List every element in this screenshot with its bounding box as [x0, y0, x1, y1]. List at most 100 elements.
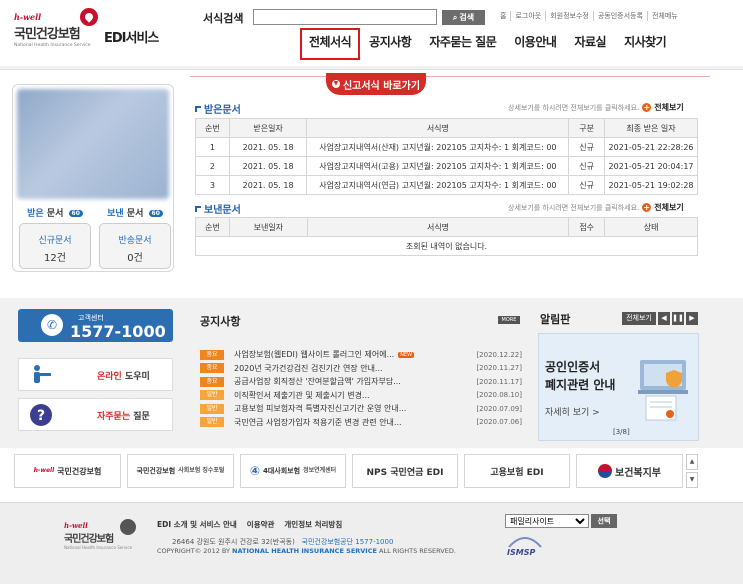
cell-form-name[interactable]: 사업장고지내역서(연금) 고지년월: 202105 고지차수: 1 회계코드: … — [306, 175, 570, 195]
phone-icon: ✆ — [41, 314, 63, 336]
sent-badge: 60 — [148, 210, 163, 217]
notice-tag: 중요 — [200, 376, 224, 387]
returned-docs-card[interactable]: 반송문서 0건 — [99, 223, 171, 269]
next-icon[interactable]: ▶ — [686, 312, 698, 325]
logo-mark-icon — [80, 8, 98, 26]
partner-nhis[interactable]: h-well 국민건강보험 — [14, 454, 121, 488]
isms-badge: ISMSP — [505, 533, 545, 563]
sent-view-all-link[interactable]: 전체보기 — [654, 202, 683, 213]
notice-tag: 중요 — [200, 363, 224, 374]
list-item[interactable]: 일반 이직확인서 제출기관 및 제출시기 변경... [2020.08.10] — [200, 389, 522, 403]
footer-copyright: COPYRIGHT© 2012 BY NATIONAL HEALTH INSUR… — [157, 547, 456, 555]
util-link-profile[interactable]: 회원정보수정 — [545, 11, 593, 21]
pause-icon[interactable]: ❚❚ — [672, 312, 684, 325]
plus-icon[interactable]: + — [642, 103, 652, 112]
received-summary-accent: 받은 — [27, 209, 44, 219]
callcenter-banner[interactable]: ✆ 고객센터 1577-1000 — [18, 309, 173, 342]
sent-docs-hint: 상세보기를 하시려면 전체보기를 클릭하세요. + 전체보기 — [508, 202, 684, 213]
logo-name: 국민건강보험 — [14, 27, 81, 42]
new-docs-card[interactable]: 신규문서 12건 — [19, 223, 91, 269]
list-item[interactable]: 중요 공급사업장 회직정산 '잔여분할금액' 가입자부담... [2020.11… — [200, 375, 522, 389]
notice-date: [2020.07.06] — [476, 418, 522, 427]
received-view-all-link[interactable]: 전체보기 — [654, 102, 683, 113]
chevron-up-icon[interactable]: ▲ — [686, 454, 698, 470]
faq-button[interactable]: ? 자주묻는 질문 — [18, 398, 173, 431]
util-link-certificate[interactable]: 공동인증서등록 — [592, 11, 647, 21]
list-item[interactable]: 일반 국민연금 사업장가입자 적용기준 변경 관련 안내... [2020.07… — [200, 416, 522, 430]
table-row[interactable]: 1 2021. 05. 18 사업장고지내역서(산재) 고지년월: 202105… — [195, 137, 698, 157]
nav-branch-finder[interactable]: 지사찾기 — [615, 28, 675, 60]
footer-links: EDI 소개 및 서비스 안내 이용약관 개인정보 처리방침 — [157, 519, 342, 530]
report-form-shortcut-tab[interactable]: ▼ 신고서식 바로가기 — [326, 73, 426, 95]
footer-link-about[interactable]: EDI 소개 및 서비스 안내 — [157, 519, 237, 530]
alarm-board-title: 알림판 — [540, 313, 571, 326]
footer-link-terms[interactable]: 이용약관 — [247, 519, 275, 530]
partner-collection-portal[interactable]: 국민건강보험 사회보험 징수포털 — [127, 454, 234, 488]
alarm-more-link[interactable]: 자세히 보기 > — [545, 405, 600, 418]
table-header-row: 순번 받은일자 서식명 구분 최종 받은 일자 — [195, 118, 698, 138]
received-summary-rest: 문서 — [46, 209, 64, 219]
user-info-blurred — [17, 89, 169, 199]
util-link-home[interactable]: 홈 — [496, 11, 510, 21]
user-panel: 받은 문서 60 신규문서 12건 보낸 문서 60 반송문서 0건 — [12, 84, 174, 272]
partner-nps[interactable]: NPS 국민연금 EDI — [352, 454, 458, 488]
alarm-view-all-button[interactable]: 전체보기 — [622, 312, 656, 325]
cell-form-name[interactable]: 사업장고지내역서(고용) 고지년월: 202105 고지차수: 1 회계코드: … — [306, 156, 570, 176]
col-header-type: 구분 — [568, 118, 606, 138]
nav-guide[interactable]: 이용안내 — [505, 28, 565, 60]
util-link-logout[interactable]: 로그아웃 — [510, 11, 545, 21]
cell-type: 신규 — [568, 175, 606, 195]
partner-4insure[interactable]: ④ 4대사회보험 정보연계센터 — [240, 454, 346, 488]
copyright-org: NATIONAL HEALTH INSURANCE SERVICE — [232, 547, 377, 555]
quick-tab-label: 신고서식 바로가기 — [342, 80, 421, 92]
nav-notice[interactable]: 공지사항 — [360, 28, 420, 60]
chevron-down-icon[interactable]: ▼ — [686, 472, 698, 488]
alarm-banner[interactable]: 공인인증서 폐지관련 안내 자세히 보기 > [3/8] — [538, 333, 699, 441]
table-row[interactable]: 3 2021. 05. 18 사업장고지내역서(연금) 고지년월: 202105… — [195, 175, 698, 195]
cell-form-name[interactable]: 사업장고지내역서(산재) 고지년월: 202105 고지차수: 1 회계코드: … — [306, 137, 570, 157]
footer-link-privacy[interactable]: 개인정보 처리방침 — [284, 519, 342, 530]
main-nav: 전체서식 공지사항 자주묻는 질문 이용안내 자료실 지사찾기 — [300, 28, 675, 60]
section-bullet-icon — [195, 205, 201, 212]
family-site-go-button[interactable]: 선택 — [591, 514, 617, 528]
alarm-controls: 전체보기 ◀ ❚❚ ▶ — [622, 312, 698, 325]
logo-english: National Health Insurance Service — [14, 43, 91, 48]
form-search-input[interactable] — [253, 9, 437, 25]
copyright-suffix: ALL RIGHTS RESERVED. — [376, 547, 456, 555]
plus-icon[interactable]: + — [642, 203, 652, 212]
online-helper-button[interactable]: 온라인 도우미 — [18, 358, 173, 391]
list-item[interactable]: 중요 사업장보험(웹EDI) 웹사이트 롤러그인 제어에... NEW [2020… — [200, 348, 522, 362]
search-button-label: 검색 — [459, 13, 475, 22]
prev-icon[interactable]: ◀ — [658, 312, 670, 325]
question-icon: ? — [30, 404, 52, 426]
nav-all-forms[interactable]: 전체서식 — [300, 28, 361, 60]
footer: h-well 국민건강보험 National Health Insurance … — [0, 502, 743, 584]
alarm-line-2: 폐지관련 안내 — [545, 378, 616, 392]
notice-subject: 공급사업장 회직정산 '잔여분할금액' 가입자부담... — [234, 377, 401, 387]
nav-library[interactable]: 자료실 — [565, 28, 615, 60]
section-bullet-icon — [195, 105, 201, 112]
notice-date: [2020.08.10] — [476, 391, 522, 400]
util-link-sitemap[interactable]: 전체메뉴 — [646, 11, 682, 21]
cell-type: 신규 — [568, 137, 606, 157]
utility-links: 홈 로그아웃 회원정보수정 공동인증서등록 전체메뉴 — [496, 11, 682, 21]
four-insure-icon: ④ — [249, 464, 260, 478]
cell-last-received: 2021-05-21 22:28:26 — [604, 137, 698, 157]
notice-subject: 2020년 국가건강검진 검진기간 연장 안내... — [234, 363, 383, 373]
notice-subject: 사업장보험(웹EDI) 웹사이트 롤러그인 제어에... NEW — [234, 350, 415, 360]
partner-mohw[interactable]: 보건복지부 — [576, 454, 683, 488]
notice-date: [2020.11.17] — [476, 377, 522, 386]
partner-links: h-well 국민건강보험 국민건강보험 사회보험 징수포털 ④ 4대사회보험 … — [14, 454, 698, 488]
list-item[interactable]: 일반 고용보험 피보험자격 특별자진신고기간 운영 안내... [2020.07… — [200, 402, 522, 416]
nav-faq[interactable]: 자주묻는 질문 — [420, 28, 505, 60]
notice-more-button[interactable]: MORE — [498, 316, 520, 324]
list-item[interactable]: 중요 2020년 국가건강검진 검진기간 연장 안내... [2020.11.2… — [200, 362, 522, 376]
partner-ei[interactable]: 고용보험 EDI — [464, 454, 570, 488]
cell-last-received: 2021-05-21 20:04:17 — [604, 156, 698, 176]
notice-date: [2020.12.22] — [476, 350, 522, 359]
search-button[interactable]: ⌕ 검색 — [442, 10, 485, 25]
cell-date: 2021. 05. 18 — [228, 175, 308, 195]
partner-main: 고용보험 EDI — [490, 467, 544, 478]
family-site-select[interactable]: 패밀리사이트 — [505, 514, 589, 528]
table-row[interactable]: 2 2021. 05. 18 사업장고지내역서(고용) 고지년월: 202105… — [195, 156, 698, 176]
